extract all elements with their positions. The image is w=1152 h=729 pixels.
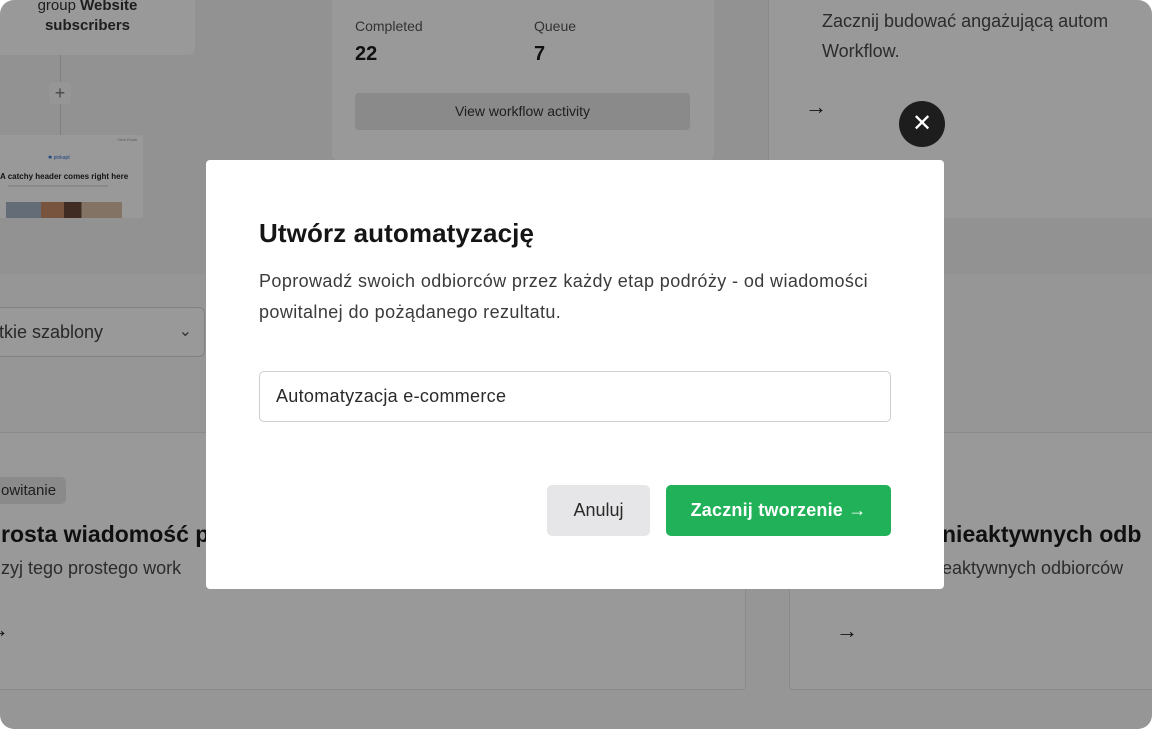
close-icon[interactable]: ✕ — [899, 101, 945, 147]
app-screen: group Website subscribers + View Email ✱… — [0, 0, 1152, 729]
create-automation-dialog: Utwórz automatyzację Poprowadź swoich od… — [206, 160, 944, 589]
start-creating-button[interactable]: Zacznij tworzenie → — [666, 485, 891, 536]
automation-name-input[interactable] — [259, 371, 891, 422]
dialog-description: Poprowadź swoich odbiorców przez każdy e… — [259, 271, 869, 322]
cancel-button[interactable]: Anuluj — [547, 485, 650, 536]
dialog-title: Utwórz automatyzację — [259, 218, 535, 248]
